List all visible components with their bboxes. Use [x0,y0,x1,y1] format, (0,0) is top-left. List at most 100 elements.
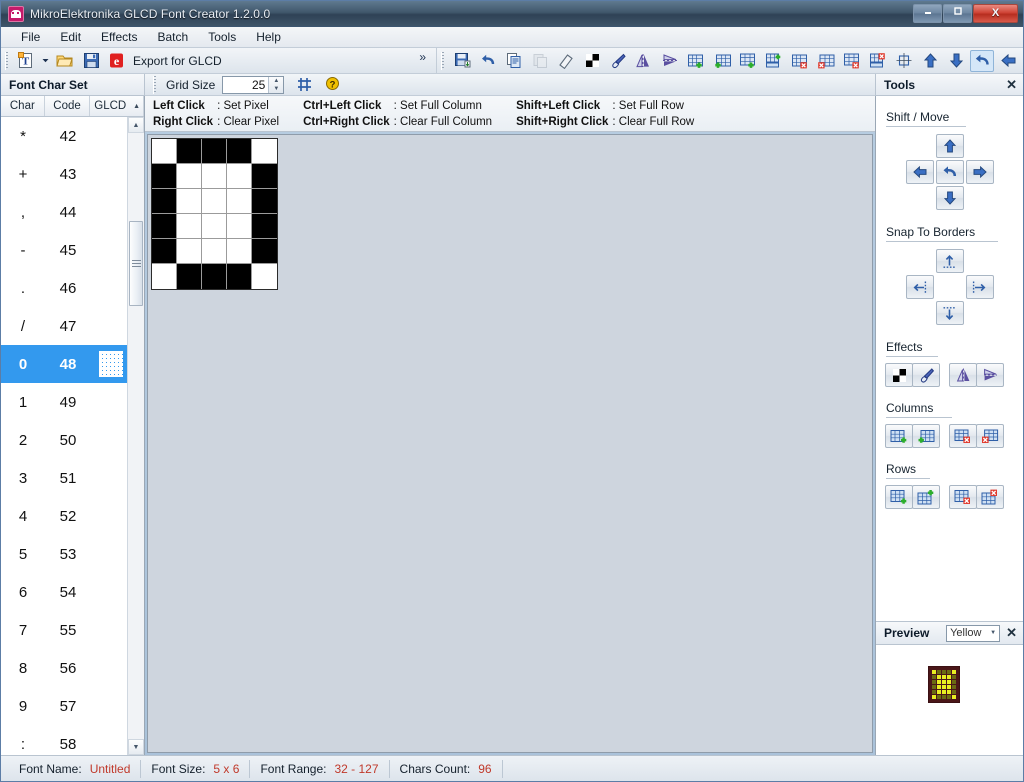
char-list-row[interactable]: 250 [1,421,144,459]
pixel-cell[interactable] [152,264,177,289]
char-list-row[interactable]: 553 [1,535,144,573]
pixel-canvas[interactable] [147,134,873,753]
pixel-cell[interactable] [177,164,202,189]
delete-row-bottom-icon[interactable] [866,50,890,72]
shift-down-icon[interactable] [944,50,968,72]
char-list-row[interactable]: +43 [1,155,144,193]
pixel-cell[interactable] [227,164,252,189]
char-list-row[interactable]: :58 [1,725,144,755]
char-list-row[interactable]: 957 [1,687,144,725]
menu-item-effects[interactable]: Effects [91,28,147,46]
help-question-icon[interactable]: ? [320,74,344,96]
insert-column-right-icon[interactable] [710,50,734,72]
menu-item-edit[interactable]: Edit [50,28,91,46]
delete-row-top-icon[interactable] [840,50,864,72]
grid-toggle-icon[interactable] [292,74,316,96]
rotate-icon[interactable] [970,50,994,72]
pixel-cell[interactable] [202,189,227,214]
add-column-left-icon[interactable] [885,424,913,448]
pixel-cell[interactable] [202,164,227,189]
pixel-cell[interactable] [202,264,227,289]
pixel-cell[interactable] [177,214,202,239]
delete-column-left-icon[interactable] [788,50,812,72]
spinner-up-icon[interactable]: ▲ [269,77,283,85]
grid-size-value[interactable]: 25 [223,78,268,92]
pixel-cell[interactable] [227,264,252,289]
pixel-cell[interactable] [177,189,202,214]
triangle-up-icon[interactable]: ▲ [130,96,144,116]
pixel-cell[interactable] [252,264,277,289]
char-list-scrollbar[interactable]: ▲ ▼ [127,117,144,755]
pixel-cell[interactable] [152,139,177,164]
arrow-down-icon[interactable] [936,186,964,210]
char-list-row[interactable]: ,44 [1,193,144,231]
pixel-cell[interactable] [227,139,252,164]
snap-borders-icon[interactable] [892,50,916,72]
toolbar-overflow-button[interactable]: » [413,49,432,65]
menu-item-file[interactable]: File [11,28,50,46]
invert-icon[interactable] [580,50,604,72]
scrollbar-track[interactable] [128,133,144,739]
arrow-up-icon[interactable] [936,134,964,158]
scrollbar-thumb[interactable] [129,221,143,306]
flip-horizontal-icon[interactable] [949,363,977,387]
fill-brush-icon[interactable] [912,363,940,387]
pixel-cell[interactable] [202,214,227,239]
char-list-row[interactable]: *42 [1,117,144,155]
char-list-row[interactable]: /47 [1,307,144,345]
char-list-row[interactable]: 048 [1,345,144,383]
export-for-glcd-label[interactable]: Export for GLCD [130,54,230,68]
arrow-left-icon[interactable] [906,160,934,184]
fill-brush-icon[interactable] [606,50,630,72]
chevron-down-icon[interactable]: ▼ [990,630,996,636]
spinner-down-icon[interactable]: ▼ [269,85,283,93]
add-row-top-icon[interactable] [885,485,913,509]
paste-icon[interactable] [528,50,552,72]
pixel-cell[interactable] [252,214,277,239]
column-header-code[interactable]: Code [45,96,91,116]
char-list[interactable]: *42+43,44-45.46/470481492503514525536547… [1,117,144,755]
char-list-row[interactable]: 351 [1,459,144,497]
grid-size-stepper[interactable]: 25 ▲ ▼ [222,76,284,94]
flip-vertical-icon[interactable] [976,363,1004,387]
invert-icon[interactable] [885,363,913,387]
pixel-cell[interactable] [252,239,277,264]
delete-row-top-icon[interactable] [949,485,977,509]
rotate-reset-icon[interactable] [936,160,964,184]
close-icon[interactable]: ✕ [1006,625,1017,641]
char-list-row[interactable]: 452 [1,497,144,535]
add-column-right-icon[interactable] [912,424,940,448]
snap-right-icon[interactable] [966,275,994,299]
flip-horizontal-icon[interactable] [632,50,656,72]
snap-bottom-icon[interactable] [936,301,964,325]
chevron-down-icon[interactable] [40,50,51,72]
scroll-up-button[interactable]: ▲ [128,117,144,133]
pixel-cell[interactable] [252,139,277,164]
close-button[interactable]: X [973,4,1018,23]
delete-row-bottom-icon[interactable] [976,485,1004,509]
column-header-glcd[interactable]: GLCD [90,96,130,116]
toolbar-grip-2[interactable] [441,52,445,70]
open-folder-icon[interactable] [53,50,77,72]
gridsize-toolbar-grip[interactable] [153,76,157,94]
minimize-button[interactable] [913,4,942,23]
shift-left-icon[interactable] [996,50,1020,72]
insert-column-left-icon[interactable] [684,50,708,72]
char-list-row[interactable]: 755 [1,611,144,649]
delete-column-right-icon[interactable] [976,424,1004,448]
scroll-down-button[interactable]: ▼ [128,739,144,755]
save-disk-icon[interactable] [79,50,103,72]
pixel-cell[interactable] [177,264,202,289]
save-as-icon[interactable] [450,50,474,72]
insert-row-bottom-icon[interactable] [762,50,786,72]
pixel-cell[interactable] [202,139,227,164]
pixel-cell[interactable] [227,239,252,264]
delete-column-right-icon[interactable] [814,50,838,72]
pixel-cell[interactable] [202,239,227,264]
shift-up-icon[interactable] [918,50,942,72]
column-header-char[interactable]: Char [1,96,45,116]
menu-item-tools[interactable]: Tools [198,28,246,46]
maximize-button[interactable] [943,4,972,23]
char-list-row[interactable]: .46 [1,269,144,307]
new-font-icon[interactable]: T [14,50,38,72]
